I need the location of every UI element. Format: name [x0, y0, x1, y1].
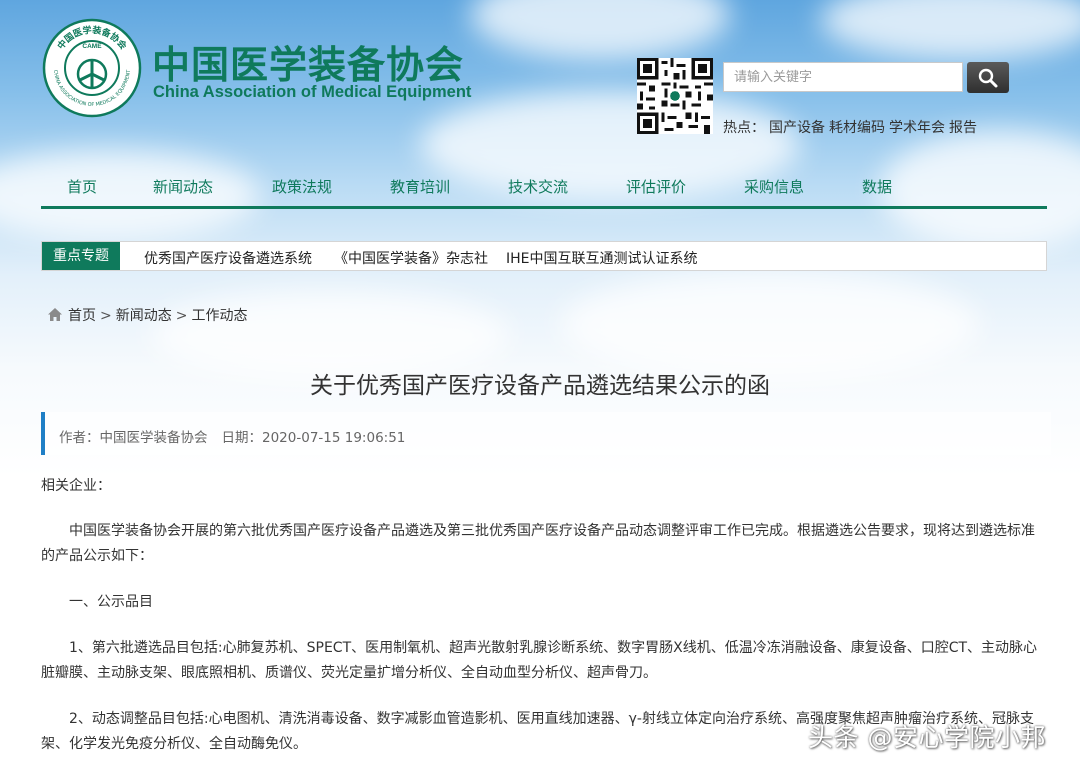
author-label: 作者： — [59, 430, 100, 446]
nav-data[interactable]: 数据 — [862, 176, 892, 197]
org-name-en: China Association of Medical Equipment — [153, 83, 472, 101]
nav-policy[interactable]: 政策法规 — [272, 176, 332, 197]
featured-topics-label: 重点专题 — [42, 242, 120, 270]
article-salutation: 相关企业： — [41, 478, 111, 494]
article-section-heading: 一、公示品目 — [69, 594, 153, 610]
qr-code-icon — [637, 58, 713, 134]
hot-label: 热点： — [723, 120, 765, 136]
topic-selection-system[interactable]: 优秀国产医疗设备遴选系统 — [144, 248, 312, 268]
date-label: 日期： — [221, 430, 263, 446]
author-value: 中国医学装备协会 — [99, 430, 208, 446]
hot-link-consumables-coding[interactable]: 耗材编码 — [829, 120, 885, 136]
nav-tech-exchange[interactable]: 技术交流 — [508, 176, 568, 197]
org-name-cn: 中国医学装备协会 — [152, 43, 465, 87]
breadcrumb-home[interactable]: 首页 — [68, 308, 96, 324]
date-value: 2020-07-15 19:06:51 — [262, 430, 406, 446]
watermark: 头条 @安心学院小邦 — [808, 723, 1046, 752]
article-meta: 作者：中国医学装备协会 日期：2020-07-15 19:06:51 — [41, 412, 1051, 455]
logo-center-text: CAME — [82, 43, 102, 50]
search-button[interactable] — [967, 62, 1009, 93]
hot-link-domestic-equipment[interactable]: 国产设备 — [769, 120, 825, 136]
breadcrumb: 首页 > 新闻动态 > 工作动态 — [48, 305, 247, 325]
breadcrumb-separator: > — [100, 308, 112, 324]
nav-home[interactable]: 首页 — [67, 176, 97, 197]
cloud-decoration — [820, 0, 1080, 60]
nav-procurement[interactable]: 采购信息 — [744, 176, 804, 197]
search-icon — [978, 68, 998, 87]
hot-link-annual-conference[interactable]: 学术年会 — [889, 120, 945, 136]
hot-topics: 热点： 国产设备 耗材编码 学术年会 报告 — [723, 117, 981, 137]
hot-link-report[interactable]: 报告 — [949, 120, 977, 136]
breadcrumb-work-news[interactable]: 工作动态 — [191, 308, 247, 324]
article-title: 关于优秀国产医疗设备产品遴选结果公示的函 — [310, 373, 770, 399]
nav-news[interactable]: 新闻动态 — [153, 176, 213, 197]
logo-emblem-icon: 中国医学装备协会 CHINA ASSOCIATION OF MEDICAL EQ… — [42, 18, 142, 118]
qr-code — [637, 58, 713, 134]
topic-journal[interactable]: 《中国医学装备》杂志社 — [334, 248, 488, 268]
breadcrumb-news[interactable]: 新闻动态 — [116, 308, 172, 324]
featured-topics-bar: 重点专题 优秀国产医疗设备遴选系统 《中国医学装备》杂志社 IHE中国互联互通测… — [41, 241, 1047, 271]
article-paragraph: 中国医学装备协会开展的第六批优秀国产医疗设备产品遴选及第三批优秀国产医疗设备产品… — [41, 523, 1035, 564]
search-input[interactable] — [723, 62, 963, 92]
breadcrumb-separator: > — [175, 308, 188, 324]
nav-evaluation[interactable]: 评估评价 — [626, 176, 686, 197]
topic-ihe-testing[interactable]: IHE中国互联互通测试认证系统 — [506, 248, 698, 268]
main-nav: 首页 新闻动态 政策法规 教育培训 技术交流 评估评价 采购信息 数据 — [41, 166, 1047, 209]
cloud-decoration — [470, 0, 730, 60]
home-icon — [48, 308, 62, 321]
article-meta-text: 作者：中国医学装备协会 日期：2020-07-15 19:06:51 — [59, 426, 405, 446]
nav-education[interactable]: 教育培训 — [390, 176, 450, 197]
logo[interactable]: 中国医学装备协会 CHINA ASSOCIATION OF MEDICAL EQ… — [42, 18, 142, 118]
cloud-decoration — [560, 270, 980, 380]
article-paragraph: 1、第六批遴选品目包括:心肺复苏机、SPECT、医用制氧机、超声光散射乳腺诊断系… — [41, 640, 1038, 681]
